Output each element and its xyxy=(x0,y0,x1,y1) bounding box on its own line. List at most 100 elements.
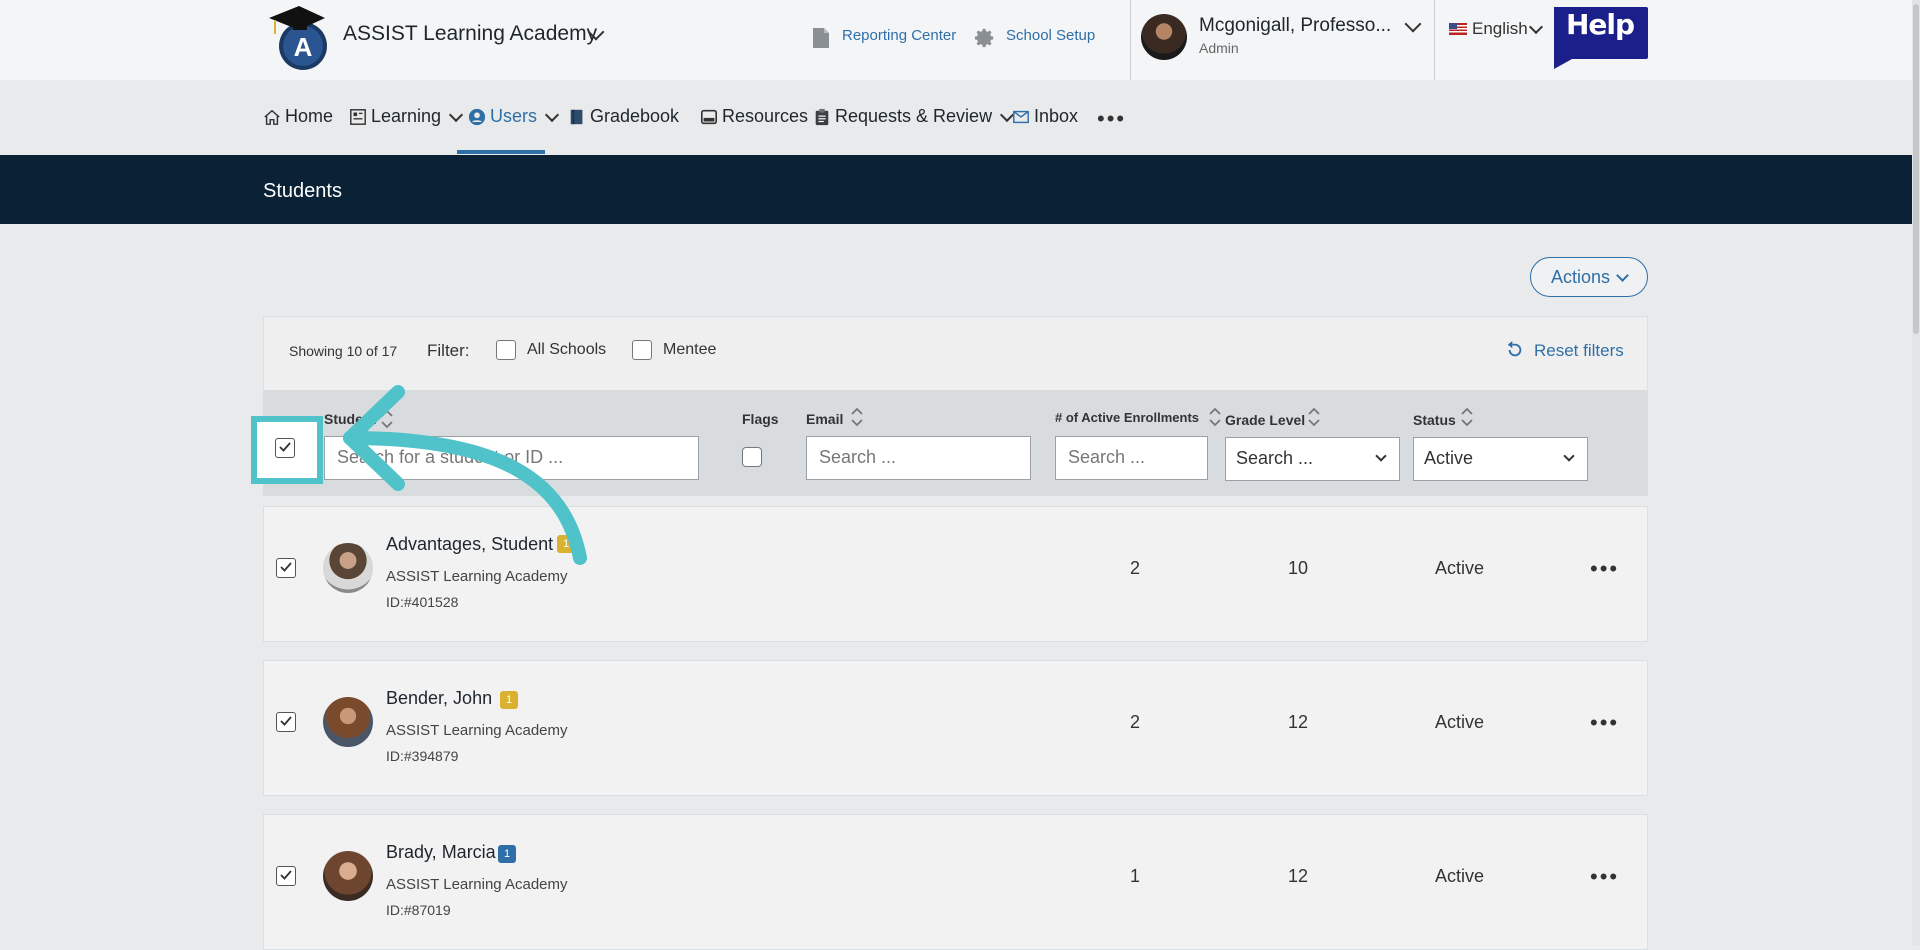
flag-badge: 1 xyxy=(498,845,516,863)
nav-resources[interactable]: Resources xyxy=(700,106,808,127)
reset-filters-link[interactable]: Reset filters xyxy=(1534,341,1624,361)
reporting-center-link[interactable]: Reporting Center xyxy=(842,27,956,44)
check-icon xyxy=(279,442,291,452)
nav-users[interactable]: Users xyxy=(468,106,561,127)
school-setup-link[interactable]: School Setup xyxy=(1006,27,1095,44)
nav-inbox-label: Inbox xyxy=(1034,106,1079,126)
sort-icon[interactable] xyxy=(1208,406,1222,428)
student-id: ID:#87019 xyxy=(386,902,451,918)
grade-level: 12 xyxy=(1288,712,1309,732)
chevron-down-icon xyxy=(544,107,560,122)
row-checkbox[interactable] xyxy=(276,558,296,578)
scrollbar-thumb[interactable] xyxy=(1913,4,1919,334)
more-menu-icon[interactable]: ••• xyxy=(1097,106,1126,132)
document-icon[interactable] xyxy=(812,27,830,49)
status-select[interactable]: Active xyxy=(1413,437,1588,481)
nav-inbox[interactable]: Inbox xyxy=(1012,106,1078,127)
student-id: ID:#401528 xyxy=(386,594,459,610)
nav-gradebook-label: Gradebook xyxy=(590,106,680,126)
chevron-down-icon xyxy=(1375,450,1387,462)
nav-home[interactable]: Home xyxy=(263,106,333,127)
enrollment-count: 1 xyxy=(1130,866,1141,886)
resources-icon xyxy=(700,109,718,124)
divider xyxy=(1130,0,1131,80)
user-circle-icon xyxy=(468,108,486,125)
chevron-down-icon xyxy=(1563,450,1575,462)
nav-home-label: Home xyxy=(285,106,334,126)
column-grade-level[interactable]: Grade Level xyxy=(1225,412,1305,428)
learning-icon xyxy=(350,108,366,125)
row-checkbox[interactable] xyxy=(276,712,296,732)
all-schools-checkbox[interactable] xyxy=(496,340,516,360)
nav-learning-label: Learning xyxy=(371,106,442,126)
status-text: Active xyxy=(1435,558,1485,578)
annotation-arrow-icon xyxy=(343,385,587,565)
book-icon xyxy=(570,109,583,124)
sort-icon[interactable] xyxy=(1307,406,1321,428)
student-school: ASSIST Learning Academy xyxy=(386,876,568,893)
more-options-icon[interactable]: ••• xyxy=(1590,710,1619,736)
enrollments-search-input[interactable]: Search ... xyxy=(1055,436,1208,480)
avatar xyxy=(323,697,373,747)
clipboard-icon xyxy=(815,108,829,125)
status-text: Active xyxy=(1435,712,1485,732)
avatar[interactable] xyxy=(1141,14,1187,60)
showing-count: Showing 10 of 17 xyxy=(289,343,398,359)
flag-badge: 1 xyxy=(500,691,518,709)
avatar xyxy=(323,851,373,901)
grade-level: 12 xyxy=(1288,866,1309,886)
sort-icon[interactable] xyxy=(1460,406,1474,428)
sort-icon[interactable] xyxy=(850,406,864,428)
grade-level-select[interactable]: Search ... xyxy=(1225,437,1400,481)
column-flags: Flags xyxy=(742,411,779,427)
language-selector[interactable]: English xyxy=(1472,19,1528,39)
reset-icon[interactable] xyxy=(1506,341,1524,359)
status-text: Active xyxy=(1435,866,1485,886)
grade-level-value: Search ... xyxy=(1236,448,1314,468)
column-status[interactable]: Status xyxy=(1413,412,1456,428)
school-logo[interactable]: A xyxy=(263,0,335,72)
email-search-input[interactable]: Search ... xyxy=(806,436,1031,480)
active-nav-indicator xyxy=(457,150,545,154)
gear-icon[interactable] xyxy=(974,27,996,49)
help-button[interactable]: Help xyxy=(1550,8,1650,41)
nav-resources-label: Resources xyxy=(722,106,809,126)
enrollment-count: 2 xyxy=(1130,558,1141,578)
mail-icon xyxy=(1013,110,1029,123)
row-checkbox[interactable] xyxy=(276,866,296,886)
filter-label: Filter: xyxy=(427,341,470,360)
user-role: Admin xyxy=(1199,40,1239,56)
check-icon xyxy=(280,870,292,880)
mentee-label[interactable]: Mentee xyxy=(663,341,716,359)
user-name[interactable]: Mcgonigall, Professo... xyxy=(1199,15,1391,37)
student-name[interactable]: Bender, John xyxy=(386,688,492,709)
nav-requests-review[interactable]: Requests & Review xyxy=(813,106,1016,127)
chevron-down-icon xyxy=(448,107,464,122)
flags-checkbox[interactable] xyxy=(742,447,762,467)
nav-gradebook[interactable]: Gradebook xyxy=(568,106,679,127)
select-all-checkbox[interactable] xyxy=(275,438,295,458)
svg-text:A: A xyxy=(294,32,313,62)
actions-button[interactable]: Actions xyxy=(1530,257,1648,297)
nav-learning[interactable]: Learning xyxy=(349,106,465,127)
school-name[interactable]: ASSIST Learning Academy xyxy=(343,22,597,46)
divider xyxy=(1434,0,1435,80)
student-id: ID:#394879 xyxy=(386,748,459,764)
mentee-checkbox[interactable] xyxy=(632,340,652,360)
page-title: Students xyxy=(263,180,342,202)
student-name[interactable]: Brady, Marcia xyxy=(386,842,496,863)
more-options-icon[interactable]: ••• xyxy=(1590,864,1619,890)
column-email[interactable]: Email xyxy=(806,411,843,427)
all-schools-label[interactable]: All Schools xyxy=(527,341,606,359)
more-options-icon[interactable]: ••• xyxy=(1590,556,1619,582)
grade-level: 10 xyxy=(1288,558,1309,578)
chevron-down-icon xyxy=(1616,268,1629,282)
us-flag-icon xyxy=(1449,23,1467,35)
enrollment-count: 2 xyxy=(1130,712,1141,732)
home-icon xyxy=(264,109,280,125)
nav-requests-label: Requests & Review xyxy=(835,106,993,126)
column-active-enrollments[interactable]: # of Active Enrollments xyxy=(1055,410,1199,425)
actions-label: Actions xyxy=(1550,266,1611,287)
student-school: ASSIST Learning Academy xyxy=(386,722,568,739)
nav-users-label: Users xyxy=(490,106,538,126)
